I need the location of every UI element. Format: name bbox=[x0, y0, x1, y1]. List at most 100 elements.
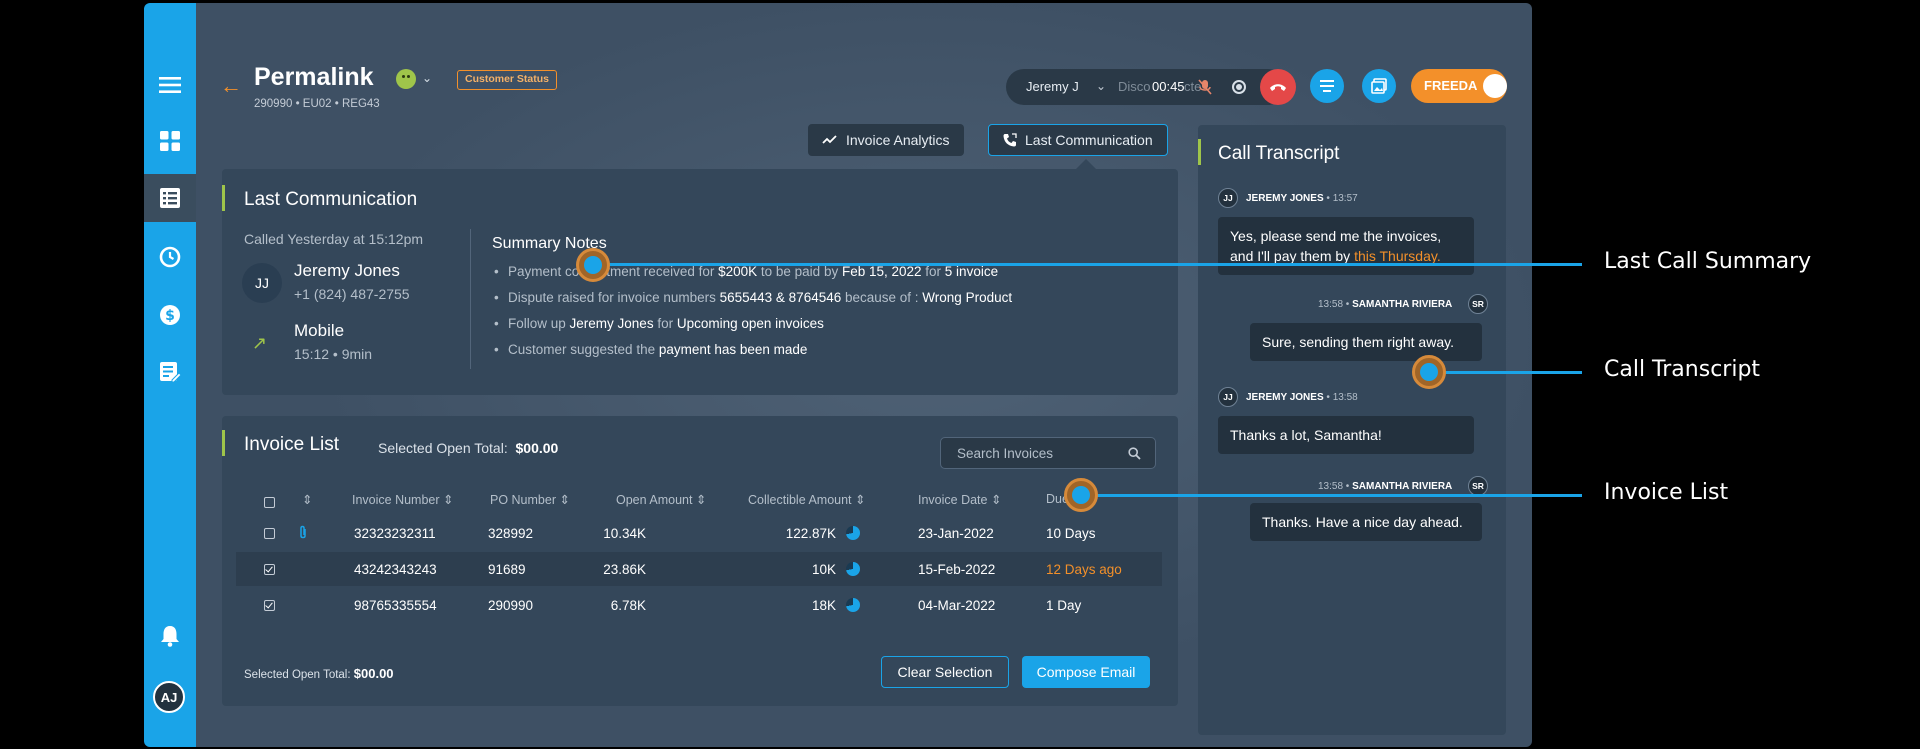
column-open-amount[interactable]: Open Amount ⇕ bbox=[616, 492, 706, 507]
cell-collectible-amount: 122.87K bbox=[785, 526, 836, 541]
bell-icon[interactable] bbox=[144, 612, 196, 660]
last-communication-card: Last Communication Called Yesterday at 1… bbox=[222, 169, 1178, 395]
account-subtitle: 290990 • EU02 • REG43 bbox=[254, 98, 380, 110]
attachment-icon[interactable] bbox=[298, 525, 308, 541]
tab-label: Invoice Analytics bbox=[846, 132, 950, 148]
cell-invoice-date: 23-Jan-2022 bbox=[918, 526, 994, 541]
cell-po-number: 290990 bbox=[488, 598, 534, 613]
notes-edit-icon[interactable] bbox=[144, 348, 196, 396]
tab-pointer bbox=[1076, 159, 1096, 169]
annotation-pin bbox=[576, 248, 610, 282]
freeda-button[interactable]: FREEDA bbox=[1411, 69, 1507, 103]
collectible-pie-icon bbox=[846, 526, 860, 540]
sort-attachment-icon[interactable]: ⇕ bbox=[302, 492, 312, 507]
message-meta: JEREMY JONES • 13:57 bbox=[1246, 193, 1358, 204]
chevron-down-icon[interactable]: ⌄ bbox=[1096, 79, 1106, 93]
mute-mic-icon[interactable] bbox=[1198, 79, 1212, 100]
cell-invoice-number: 32323232311 bbox=[354, 526, 436, 541]
record-icon[interactable] bbox=[1232, 80, 1246, 94]
contact-phone[interactable]: +1 (824) 487-2755 bbox=[294, 286, 410, 302]
agent-name[interactable]: Jeremy J bbox=[1026, 79, 1079, 94]
page-title: Permalink bbox=[254, 63, 374, 91]
card-title: Invoice List bbox=[244, 434, 340, 455]
collectible-pie-icon bbox=[846, 562, 860, 576]
cell-invoice-date: 15-Feb-2022 bbox=[918, 562, 996, 577]
user-avatar[interactable]: AJ bbox=[153, 681, 185, 713]
annotation-label: Invoice List bbox=[1604, 480, 1729, 505]
cell-po-number: 328992 bbox=[488, 526, 534, 541]
annotation-line bbox=[1096, 494, 1582, 497]
column-po-number[interactable]: PO Number ⇕ bbox=[490, 492, 570, 507]
cell-due: 1 Day bbox=[1046, 598, 1082, 613]
chevron-down-icon[interactable]: ⌄ bbox=[422, 71, 432, 85]
card-accent bbox=[222, 185, 225, 211]
note-item: Customer suggested the payment has been … bbox=[492, 339, 1012, 365]
annotation-label: Call Transcript bbox=[1604, 357, 1761, 382]
selected-open-total: Selected Open Total: $00.00 bbox=[378, 440, 559, 456]
annotation-line bbox=[1430, 371, 1582, 374]
search-input[interactable]: Search Invoices bbox=[957, 446, 1053, 461]
cell-collectible-amount: 18K bbox=[811, 598, 836, 613]
message-bubble: Sure, sending them right away. bbox=[1250, 323, 1482, 361]
dashboard-icon[interactable] bbox=[144, 117, 196, 165]
search-icon[interactable] bbox=[1128, 447, 1141, 460]
menu-icon[interactable] bbox=[144, 61, 196, 109]
contact-name[interactable]: Jeremy Jones bbox=[294, 261, 400, 281]
message-meta: 13:58 • SAMANTHA RIVIERA bbox=[1318, 299, 1453, 310]
compose-email-button[interactable]: Compose Email bbox=[1022, 656, 1150, 688]
end-call-button[interactable] bbox=[1260, 69, 1296, 105]
call-duration: 15:12 • 9min bbox=[294, 346, 373, 362]
freeda-avatar-icon bbox=[1483, 74, 1507, 98]
table-row[interactable]: 43242343243 91689 23.86K 10K 15-Feb-2022… bbox=[236, 552, 1162, 586]
annotation-line bbox=[600, 263, 1582, 266]
tab-last-communication[interactable]: Last Communication bbox=[988, 124, 1168, 156]
cell-due: 12 Days ago bbox=[1046, 562, 1122, 577]
footer-selected-total: Selected Open Total: $00.00 bbox=[244, 666, 394, 681]
table-row[interactable]: 98765335554 290990 6.78K 18K 04-Mar-2022… bbox=[236, 588, 1162, 622]
phone-call-icon bbox=[1003, 133, 1017, 147]
gallery-button[interactable] bbox=[1362, 69, 1396, 103]
summary-notes-list: Payment coitment received for $200K to b… bbox=[492, 261, 1012, 365]
message-bubble: Yes, please send me the invoices, and I'… bbox=[1218, 217, 1474, 275]
dollar-icon[interactable]: $ bbox=[144, 291, 196, 339]
select-all-checkbox[interactable] bbox=[264, 497, 275, 508]
freeda-label: FREEDA bbox=[1424, 78, 1478, 93]
back-arrow-icon[interactable]: ← bbox=[220, 73, 242, 99]
stage: $ AJ ← Permalink ⌄ Customer Status 29099… bbox=[0, 0, 1920, 749]
notes-button[interactable] bbox=[1310, 69, 1344, 103]
message-meta: 13:58 • SAMANTHA RIVIERA bbox=[1318, 481, 1453, 492]
smile-icon[interactable] bbox=[396, 69, 416, 89]
column-invoice-date[interactable]: Invoice Date ⇕ bbox=[918, 492, 1001, 507]
row-checkbox[interactable] bbox=[264, 528, 275, 539]
search-invoices-field[interactable]: Search Invoices bbox=[940, 437, 1156, 469]
invoice-list-card: Invoice List Selected Open Total: $00.00… bbox=[222, 416, 1178, 706]
cell-due: 10 Days bbox=[1046, 526, 1096, 541]
call-bar: Jeremy J ⌄ Disco 00:45 cte bbox=[1006, 69, 1286, 105]
cell-po-number: 91689 bbox=[488, 562, 526, 577]
clear-selection-button[interactable]: Clear Selection bbox=[881, 656, 1009, 688]
customer-status-badge[interactable]: Customer Status bbox=[457, 70, 558, 90]
divider bbox=[470, 229, 471, 369]
avatar: JJ bbox=[1218, 387, 1238, 407]
history-icon[interactable] bbox=[144, 233, 196, 281]
sidebar: $ AJ bbox=[144, 3, 196, 747]
cell-invoice-date: 04-Mar-2022 bbox=[918, 598, 996, 613]
row-checkbox[interactable] bbox=[264, 600, 275, 611]
column-collectible-amount[interactable]: Collectible Amount ⇕ bbox=[748, 492, 865, 507]
tab-invoice-analytics[interactable]: Invoice Analytics bbox=[808, 124, 964, 156]
table-row[interactable]: 32323232311 328992 10.34K 122.87K 23-Jan… bbox=[236, 516, 1162, 550]
contact-avatar: JJ bbox=[242, 263, 282, 303]
called-time: Called Yesterday at 15:12pm bbox=[244, 231, 424, 247]
row-checkbox[interactable] bbox=[264, 564, 275, 575]
invoice-list-icon[interactable] bbox=[144, 174, 196, 222]
cell-invoice-number: 43242343243 bbox=[354, 562, 437, 577]
app-panel: ← Permalink ⌄ Customer Status 290990 • E… bbox=[196, 3, 1532, 747]
card-accent bbox=[222, 430, 225, 456]
call-timer: 00:45 bbox=[1152, 79, 1185, 94]
cell-open-amount: 10.34K bbox=[603, 526, 646, 541]
outgoing-call-icon: ↗ bbox=[252, 333, 268, 353]
annotation-label: Last Call Summary bbox=[1604, 249, 1812, 274]
disconnect-text: Disco bbox=[1118, 79, 1151, 94]
column-invoice-number[interactable]: Invoice Number ⇕ bbox=[352, 492, 454, 507]
trend-icon bbox=[822, 135, 837, 144]
